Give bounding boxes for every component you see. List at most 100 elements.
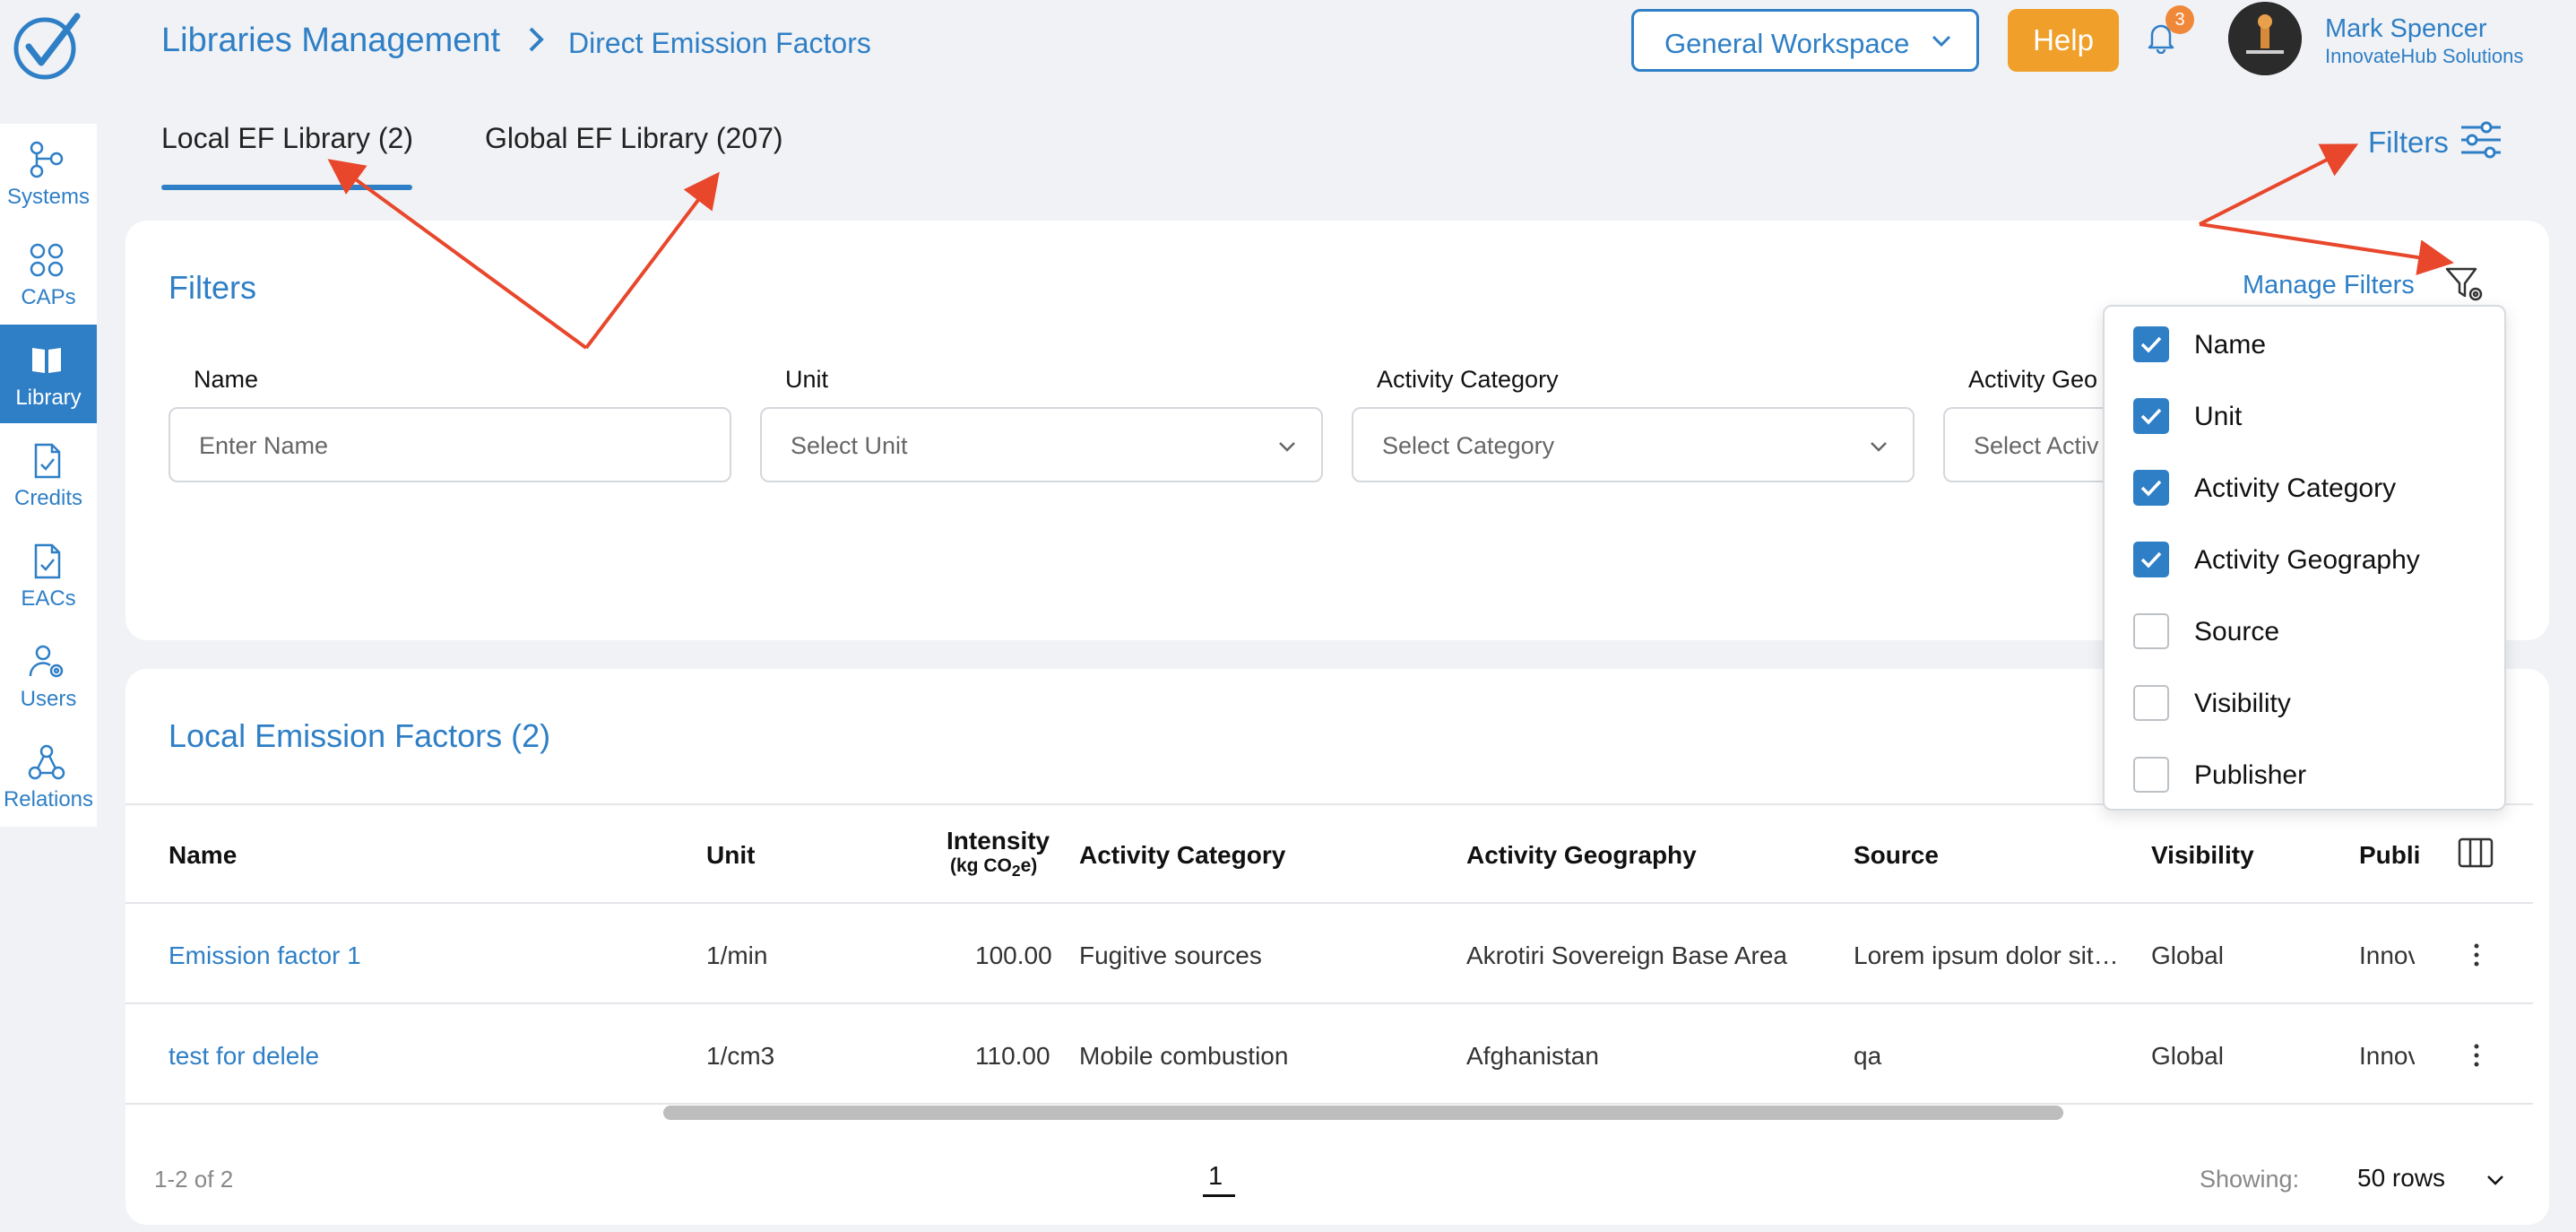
sliders-icon[interactable] [2459, 120, 2503, 160]
checkbox-unchecked[interactable] [2133, 613, 2169, 649]
chevron-down-icon [1930, 30, 1953, 53]
column-header-activity-geography[interactable]: Activity Geography [1466, 841, 1697, 870]
chevron-right-icon [523, 22, 549, 57]
filter-option-label: Activity Category [2194, 473, 2397, 503]
app-logo[interactable] [11, 11, 82, 82]
row-name-link[interactable]: test for delele [169, 1042, 319, 1071]
checkbox-checked[interactable] [2133, 470, 2169, 506]
row-divider [125, 1103, 2533, 1105]
name-filter-placeholder: Enter Name [199, 432, 329, 459]
sidebar-item-label: Credits [13, 486, 83, 510]
annotation-arrow [2199, 143, 2359, 226]
filter-panel-title: Filters [169, 269, 256, 306]
row-publisher: Innov [2359, 941, 2415, 969]
table-title: Local Emission Factors (2) [169, 717, 551, 754]
chevron-down-icon[interactable] [2485, 1169, 2506, 1191]
row-activity-geography: Akrotiri Sovereign Base Area [1466, 941, 1787, 969]
tab-local-ef-library[interactable]: Local EF Library (2) [161, 122, 413, 155]
checkbox-checked[interactable] [2133, 542, 2169, 577]
sidebar-item-label: Users [20, 687, 77, 711]
sidebar-item-relations[interactable]: Relations [0, 726, 97, 825]
rows-per-page-select[interactable]: 50 rows [2357, 1164, 2445, 1193]
column-header-source[interactable]: Source [1854, 841, 1939, 870]
pagination-page-1[interactable]: 1 [1208, 1162, 1223, 1192]
filter-option-label: Publisher [2194, 760, 2307, 790]
sidebar-item-credits[interactable]: Credits [0, 425, 97, 524]
relations-icon [27, 742, 66, 782]
chevron-down-icon [1868, 436, 1889, 457]
unit-filter-select[interactable]: Select Unit [760, 407, 1323, 482]
column-header-intensity-unit: (kg CO2e) [950, 855, 1037, 881]
geography-filter-select[interactable]: Select Activ [1943, 407, 2105, 482]
caps-icon [27, 240, 66, 280]
sidebar-item-users[interactable]: Users [0, 626, 97, 724]
column-header-publisher[interactable]: Publi [2359, 841, 2420, 870]
row-activity-geography: Afghanistan [1466, 1042, 1599, 1070]
more-options-icon[interactable] [2470, 941, 2483, 968]
sidebar-item-library[interactable]: Library [0, 325, 97, 423]
row-visibility: Global [2151, 1042, 2224, 1070]
filter-option-label: Activity Geography [2194, 545, 2420, 575]
more-options-icon[interactable] [2470, 1042, 2483, 1069]
breadcrumb-root[interactable]: Libraries Management [161, 22, 500, 60]
help-button[interactable]: Help [2008, 9, 2119, 72]
filters-toggle-button[interactable]: Filters [2368, 126, 2449, 160]
manage-filters-link[interactable]: Manage Filters [2243, 271, 2415, 300]
filter-option-label: Source [2194, 617, 2280, 646]
sidebar-item-eacs[interactable]: EACs [0, 525, 97, 624]
avatar[interactable] [2228, 2, 2302, 75]
filter-settings-icon[interactable] [2443, 264, 2486, 305]
geography-filter-label: Activity Geo [1968, 366, 2098, 393]
horizontal-scrollbar[interactable] [663, 1106, 2063, 1120]
notification-badge: 3 [2165, 5, 2194, 34]
row-source: Lorem ipsum dolor sit… [1854, 941, 2119, 969]
checkbox-checked[interactable] [2133, 398, 2169, 434]
column-header-intensity[interactable]: Intensity [947, 827, 1050, 855]
rows-per-page-label: Showing: [2200, 1166, 2300, 1193]
systems-icon [27, 140, 66, 179]
workspace-select-value: General Workspace [1664, 28, 1910, 59]
columns-icon[interactable] [2458, 837, 2494, 868]
name-filter-input[interactable]: Enter Name [169, 407, 731, 482]
active-tab-indicator [161, 185, 412, 190]
table-header-divider [125, 902, 2533, 904]
row-source: qa [1854, 1042, 1882, 1070]
breadcrumb-current: Direct Emission Factors [568, 27, 871, 59]
checkbox-unchecked[interactable] [2133, 685, 2169, 721]
filter-option-label: Name [2194, 330, 2267, 360]
row-intensity: 110.00 [975, 1042, 1050, 1070]
category-filter-placeholder: Select Category [1382, 432, 1555, 459]
sidebar-item-label: Library [15, 386, 82, 410]
checkbox-unchecked[interactable] [2133, 757, 2169, 793]
tab-global-ef-library[interactable]: Global EF Library (207) [485, 122, 783, 155]
column-header-name[interactable]: Name [169, 841, 237, 870]
name-filter-label: Name [194, 366, 259, 393]
eacs-icon [27, 542, 66, 581]
filter-option-label: Visibility [2194, 689, 2291, 718]
category-filter-select[interactable]: Select Category [1352, 407, 1915, 482]
row-activity-category: Mobile combustion [1079, 1042, 1289, 1070]
row-unit: 1/cm3 [706, 1042, 775, 1070]
row-name-link[interactable]: Emission factor 1 [169, 941, 361, 970]
column-header-unit[interactable]: Unit [706, 841, 755, 870]
unit-filter-label: Unit [785, 366, 829, 393]
row-divider [125, 1002, 2533, 1004]
chevron-down-icon [1276, 436, 1298, 457]
sidebar-item-label: EACs [21, 586, 76, 611]
intensity-unit-subscript: 2 [1011, 862, 1021, 881]
column-header-activity-category[interactable]: Activity Category [1079, 841, 1285, 870]
sidebar-item-label: CAPs [21, 285, 76, 309]
intensity-unit-prefix: (kg CO [950, 855, 1012, 876]
unit-filter-placeholder: Select Unit [791, 432, 908, 459]
sidebar: Systems CAPs Library Credits EACs Users … [0, 124, 97, 827]
row-intensity: 100.00 [975, 941, 1052, 969]
row-publisher: Innov [2359, 1042, 2415, 1070]
workspace-select[interactable]: General Workspace [1631, 9, 1979, 72]
column-header-visibility[interactable]: Visibility [2151, 841, 2254, 870]
sidebar-item-systems[interactable]: Systems [0, 124, 97, 222]
credits-icon [27, 441, 66, 481]
sidebar-item-label: Systems [6, 185, 90, 209]
checkbox-checked[interactable] [2133, 326, 2169, 362]
user-name[interactable]: Mark Spencer [2325, 14, 2487, 44]
sidebar-item-caps[interactable]: CAPs [0, 224, 97, 323]
